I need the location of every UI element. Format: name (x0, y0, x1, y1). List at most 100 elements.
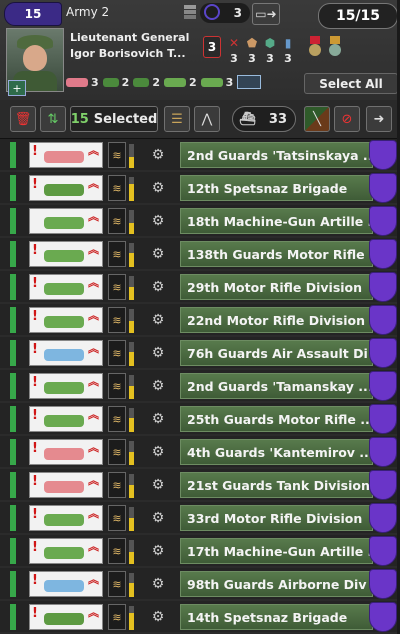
warning-icon: ! (32, 408, 38, 423)
division-name[interactable]: 2nd Guards 'Tamanskay ... (180, 373, 373, 399)
trait-medal-icon[interactable] (328, 36, 342, 58)
division-list: ! ︽ ≋ ⚙ 2nd Guards 'Tatsinskaya ... ! ︽ … (0, 139, 400, 634)
composition-count: 2 (152, 75, 160, 89)
airborne-button[interactable]: ⋀ (194, 106, 220, 132)
organization-bar (129, 375, 134, 399)
commander-count[interactable]: 3 (200, 3, 250, 23)
division-name[interactable]: 2nd Guards 'Tatsinskaya ... (180, 142, 373, 168)
unit-type-icon (44, 217, 84, 229)
division-row[interactable]: ! ︽ ≋ ⚙ 2nd Guards 'Tatsinskaya ... (0, 139, 400, 170)
cancel-orders-button[interactable]: ⊘ (334, 106, 360, 132)
division-row[interactable]: ! ︽ ≋ ⚙ 76h Guards Air Assault Di ... (0, 337, 400, 368)
division-row[interactable]: ! ︽ ≋ ⚙ 14th Spetsnaz Brigade (0, 601, 400, 632)
supply-status-icon: ⚙ (151, 411, 165, 427)
unit-counter-card[interactable]: ! ︽ (29, 538, 103, 564)
army-toolbar: 🗑 ⇅ 15 Selected ☰ ⋀ ⛴ 33 ╲ ⊘ ➜ (0, 100, 400, 139)
unit-counter-card[interactable]: ! ︽ (29, 472, 103, 498)
unit-counter-card[interactable]: ! ︽ (29, 571, 103, 597)
division-shield-icon[interactable] (369, 338, 397, 368)
trait-medal-icon[interactable] (308, 36, 322, 58)
division-name[interactable]: 76h Guards Air Assault Di ... (180, 340, 373, 366)
division-name[interactable]: 17th Machine-Gun Artille ... (180, 538, 373, 564)
division-row[interactable]: ︽ ≋ ⚙ 18th Machine-Gun Artille ... (0, 205, 400, 236)
division-row[interactable]: ! ︽ ≋ ⚙ 98th Guards Airborne Div ... (0, 568, 400, 599)
division-shield-icon[interactable] (369, 305, 397, 335)
division-name[interactable]: 25th Guards Motor Rifle ... (180, 406, 373, 432)
unit-counter-card[interactable]: ! ︽ (29, 373, 103, 399)
division-row[interactable]: ! ︽ ≋ ⚙ 4th Guards 'Kantemirov ... (0, 436, 400, 467)
terrain-icon: ╲ (313, 111, 321, 127)
division-shield-icon[interactable] (369, 470, 397, 500)
division-shield-icon[interactable] (369, 437, 397, 467)
detach-units-button[interactable]: ➜ (366, 106, 392, 132)
division-name[interactable]: 22nd Motor Rifle Division (180, 307, 373, 333)
unit-counter-card[interactable]: ! ︽ (29, 604, 103, 630)
division-shield-icon[interactable] (369, 272, 397, 302)
division-row[interactable]: ! ︽ ≋ ⚙ 25th Guards Motor Rifle ... (0, 403, 400, 434)
select-all-button[interactable]: Select All (304, 73, 398, 94)
organization-bar (129, 342, 134, 366)
more-composition-icon[interactable] (237, 75, 262, 89)
railway-button[interactable]: ☰ (164, 106, 190, 132)
unit-counter-card[interactable]: ! ︽ (29, 340, 103, 366)
merge-button[interactable]: ⇅ (40, 106, 66, 132)
experience-chevron-icon: ︽ (88, 375, 99, 388)
division-row[interactable]: ! ︽ ≋ ⚙ 138th Guards Motor Rifle ... (0, 238, 400, 269)
division-name[interactable]: 18th Machine-Gun Artille ... (180, 208, 373, 234)
division-row[interactable]: ! ︽ ≋ ⚙ 21st Guards Tank Division (0, 469, 400, 500)
organization-bar (129, 210, 134, 234)
division-shield-icon[interactable] (369, 173, 397, 203)
division-row[interactable]: ! ︽ ≋ ⚙ 33rd Motor Rifle Division (0, 502, 400, 533)
naval-transport-button[interactable]: ⛴ 33 (232, 106, 296, 132)
unit-type-icon (44, 415, 84, 427)
division-name[interactable]: 21st Guards Tank Division (180, 472, 373, 498)
unit-type-icon (44, 580, 84, 592)
organization-bar (129, 276, 134, 300)
unit-counter-card[interactable]: ! ︽ (29, 406, 103, 432)
unit-type-icon (44, 250, 84, 262)
unit-counter-card[interactable]: ! ︽ (29, 439, 103, 465)
toggle-terrain-button[interactable]: ╲ (304, 106, 330, 132)
unit-counter-card[interactable]: ! ︽ (29, 505, 103, 531)
exit-arrow-icon: ➜ (373, 111, 385, 127)
detach-army-button[interactable]: ▭➜ (252, 3, 280, 25)
general-name[interactable]: Igor Borisovich T... (70, 47, 186, 60)
division-name[interactable]: 33rd Motor Rifle Division (180, 505, 373, 531)
division-row[interactable]: ! ︽ ≋ ⚙ 2nd Guards 'Tamanskay ... (0, 370, 400, 401)
supply-status-icon: ⚙ (151, 180, 165, 196)
supply-status-icon: ⚙ (151, 609, 165, 625)
division-row[interactable]: ! ︽ ≋ ⚙ 22nd Motor Rifle Division (0, 304, 400, 335)
division-name[interactable]: 14th Spetsnaz Brigade (180, 604, 373, 630)
assign-general-icon[interactable]: + (8, 80, 26, 96)
division-row[interactable]: ! ︽ ≋ ⚙ 29th Motor Rifle Division (0, 271, 400, 302)
division-shield-icon[interactable] (369, 239, 397, 269)
unit-counter-card[interactable]: ! ︽ (29, 175, 103, 201)
experience-chevron-icon: ︽ (88, 309, 99, 322)
division-shield-icon[interactable] (369, 503, 397, 533)
division-row[interactable]: ! ︽ ≋ ⚙ 17th Machine-Gun Artille ... (0, 535, 400, 566)
division-shield-icon[interactable] (369, 602, 397, 632)
division-row[interactable]: ! ︽ ≋ ⚙ 12th Spetsnaz Brigade (0, 172, 400, 203)
division-name[interactable]: 138th Guards Motor Rifle ... (180, 241, 373, 267)
unit-counter-card[interactable]: ! ︽ (29, 142, 103, 168)
division-shield-icon[interactable] (369, 371, 397, 401)
unit-counter-card[interactable]: ! ︽ (29, 241, 103, 267)
unit-counter-card[interactable]: ︽ (29, 208, 103, 234)
division-shield-icon[interactable] (369, 536, 397, 566)
warning-icon: ! (32, 276, 38, 291)
army-number-badge[interactable]: 15 (4, 2, 62, 26)
division-shield-icon[interactable] (369, 206, 397, 236)
unit-counter-card[interactable]: ! ︽ (29, 307, 103, 333)
division-name[interactable]: 29th Motor Rifle Division (180, 274, 373, 300)
division-name[interactable]: 98th Guards Airborne Div ... (180, 571, 373, 597)
division-shield-icon[interactable] (369, 404, 397, 434)
division-shield-icon[interactable] (369, 569, 397, 599)
unit-counter-card[interactable]: ! ︽ (29, 274, 103, 300)
disband-button[interactable]: 🗑 (10, 106, 36, 132)
supply-status-icon: ⚙ (151, 345, 165, 361)
division-name[interactable]: 12th Spetsnaz Brigade (180, 175, 373, 201)
division-shield-icon[interactable] (369, 140, 397, 170)
army-name[interactable]: Army 2 (66, 5, 109, 19)
division-name[interactable]: 4th Guards 'Kantemirov ... (180, 439, 373, 465)
division-rank-icon: ≋ (108, 175, 126, 201)
